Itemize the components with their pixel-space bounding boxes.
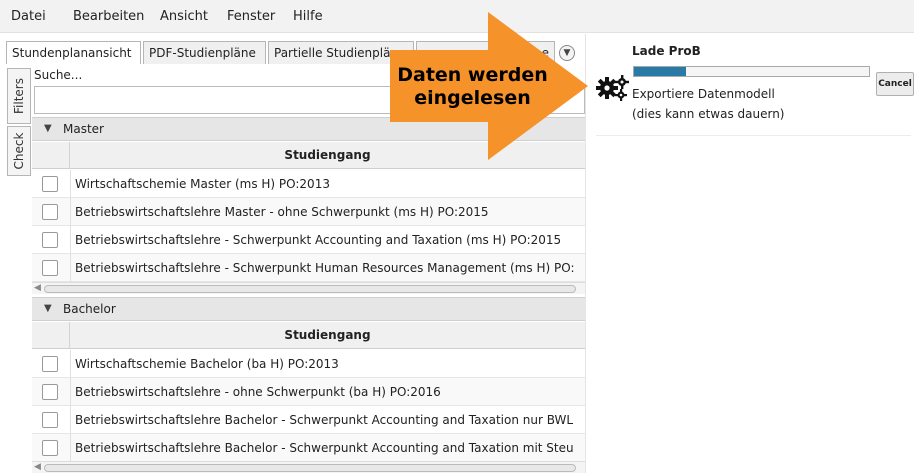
callout-line-1: Daten werden [397,64,548,86]
menu-bearbeiten[interactable]: Bearbeiten [73,9,144,24]
column-header-checkbox-col [32,322,70,349]
scrollbar-thumb[interactable] [44,285,576,293]
progress-card: Lade ProB Exportiere Datenmodell (dies k… [596,38,914,136]
group-title-master: Master [63,122,104,136]
row-checkbox[interactable] [42,440,58,456]
progress-title: Lade ProB [632,44,701,58]
table-row[interactable]: Betriebswirtschaftslehre - ohne Schwerpu… [32,378,585,406]
scrollbar-thumb[interactable] [44,464,576,472]
horizontal-scrollbar[interactable]: ◀ [32,282,585,294]
table-row[interactable]: Betriebswirtschaftslehre - Schwerpunkt A… [32,226,585,254]
menu-hilfe[interactable]: Hilfe [293,9,323,24]
callout-arrow: Daten werden eingelesen [390,12,595,160]
studiengang-cell: Betriebswirtschaftslehre - Schwerpunkt H… [75,261,575,275]
progress-bar [633,66,870,77]
tab-stundenplanansicht[interactable]: Stundenplanansicht [6,41,141,64]
scroll-left-icon[interactable]: ◀ [34,283,41,293]
menu-ansicht[interactable]: Ansicht [160,9,208,24]
side-tab-check[interactable]: Check [7,126,31,176]
row-checkbox[interactable] [42,412,58,428]
studiengang-cell: Betriebswirtschaftslehre Bachelor - Schw… [75,441,574,455]
studiengang-cell: Betriebswirtschaftslehre - Schwerpunkt A… [75,233,562,247]
table-row[interactable]: Betriebswirtschaftslehre Master - ohne S… [32,198,585,226]
column-header-checkbox-col [32,142,70,169]
group-header-bachelor[interactable]: ▼ Bachelor [32,297,585,321]
search-label: Suche... [34,68,83,82]
callout-text: Daten werden eingelesen [390,64,555,110]
studiengang-cell: Wirtschaftschemie Master (ms H) PO:2013 [75,177,330,191]
menu-datei[interactable]: Datei [11,9,46,24]
progress-status: Exportiere Datenmodell [632,87,775,101]
side-tab-bar: Filters Check [7,68,31,473]
tab-pdf-studienplaene[interactable]: PDF-Studienpläne [143,41,266,64]
progress-bar-fill [634,67,686,76]
progress-pane: Lade ProB Exportiere Datenmodell (dies k… [585,34,914,473]
callout-line-2: eingelesen [414,87,531,109]
studiengang-cell: Wirtschaftschemie Bachelor (ba H) PO:201… [75,357,339,371]
progress-hint: (dies kann etwas dauern) [632,107,785,121]
studiengang-cell: Betriebswirtschaftslehre Bachelor - Schw… [75,413,574,427]
row-checkbox[interactable] [42,232,58,248]
row-checkbox[interactable] [42,204,58,220]
row-checkbox[interactable] [42,176,58,192]
side-tab-check-label: Check [12,132,26,170]
table-row[interactable]: Betriebswirtschaftslehre Bachelor - Schw… [32,434,585,462]
studiengang-cell: Betriebswirtschaftslehre - ohne Schwerpu… [75,385,441,399]
cancel-button[interactable]: Cancel [876,72,914,96]
scroll-left-icon[interactable]: ◀ [34,462,41,472]
column-header[interactable]: Studiengang [32,322,585,349]
table-row[interactable]: Wirtschaftschemie Master (ms H) PO:2013 [32,170,585,198]
group-title-bachelor: Bachelor [63,302,116,316]
column-title-studiengang: Studiengang [284,328,371,342]
collapse-arrow-icon[interactable]: ▼ [44,303,52,314]
side-tab-filters[interactable]: Filters [7,68,31,124]
table-row[interactable]: Betriebswirtschaftslehre - Schwerpunkt H… [32,254,585,282]
row-checkbox[interactable] [42,384,58,400]
table-row[interactable]: Wirtschaftschemie Bachelor (ba H) PO:201… [32,350,585,378]
row-checkbox[interactable] [42,260,58,276]
row-checkbox[interactable] [42,356,58,372]
collapse-arrow-icon[interactable]: ▼ [44,123,52,134]
table-row[interactable]: Betriebswirtschaftslehre Bachelor - Schw… [32,406,585,434]
studiengang-cell: Betriebswirtschaftslehre Master - ohne S… [75,205,489,219]
horizontal-scrollbar[interactable]: ◀ [32,461,585,473]
gears-icon [596,75,629,101]
side-tab-filters-label: Filters [12,78,26,114]
menu-fenster[interactable]: Fenster [227,9,275,24]
